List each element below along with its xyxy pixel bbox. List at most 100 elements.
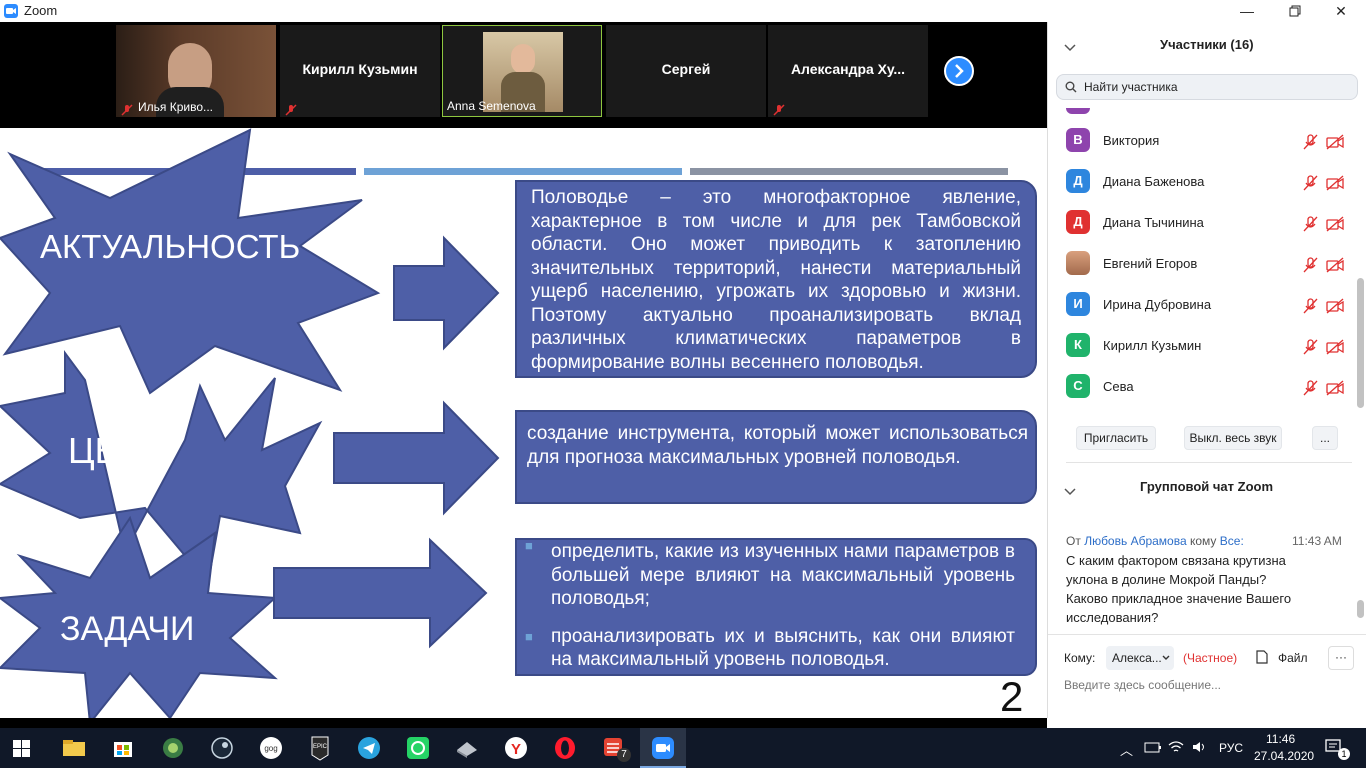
video-tile[interactable]: Сергей: [606, 25, 766, 117]
participant-name: Диана Баженова: [1103, 174, 1205, 189]
file-button[interactable]: Файл: [1278, 651, 1308, 665]
mic-muted-icon: [121, 103, 133, 117]
participant-row[interactable]: И Ирина Дубровина: [1048, 285, 1352, 326]
video-off-icon[interactable]: [1326, 175, 1344, 191]
divider: [1066, 462, 1352, 463]
collapse-chevron-icon[interactable]: [1064, 39, 1076, 57]
next-page-button[interactable]: [944, 56, 974, 86]
file-explorer-icon[interactable]: [60, 734, 88, 762]
video-off-icon[interactable]: [1326, 380, 1344, 396]
participant-row[interactable]: Д Диана Тычинина: [1048, 203, 1352, 244]
participant-row[interactable]: К Кирилл Кузьмин: [1048, 326, 1352, 367]
app-icon[interactable]: [159, 734, 187, 762]
chat-input[interactable]: Введите здесь сообщение...: [1064, 678, 1221, 692]
video-off-icon[interactable]: [1326, 216, 1344, 232]
avatar: С: [1066, 374, 1090, 398]
battery-icon[interactable]: [1144, 741, 1162, 755]
participant-row[interactable]: Евгений Егоров: [1048, 244, 1352, 285]
divider: [1048, 634, 1366, 635]
store-icon[interactable]: [109, 734, 137, 762]
zoom-icon: [652, 737, 674, 759]
chat-recipient: Все:: [1219, 534, 1244, 548]
video-off-icon[interactable]: [1326, 134, 1344, 150]
wifi-icon[interactable]: [1168, 740, 1184, 754]
video-off-icon[interactable]: [1326, 339, 1344, 355]
minimize-button[interactable]: —: [1224, 0, 1270, 22]
volume-icon[interactable]: [1192, 740, 1208, 754]
svg-text:EPIC: EPIC: [313, 744, 328, 750]
search-input[interactable]: Найти участника: [1084, 80, 1178, 94]
to-prefix: кому: [1189, 534, 1217, 548]
chat-time: 11:43 AM: [1292, 534, 1342, 548]
mic-muted-icon[interactable]: [1302, 339, 1318, 355]
yandex-browser-icon[interactable]: Y: [502, 734, 530, 762]
video-tile[interactable]: Кирилл Кузьмин: [280, 25, 440, 117]
gog-icon[interactable]: gog: [257, 734, 285, 762]
more-button[interactable]: ...: [1312, 426, 1338, 450]
chat-message-body: С каким фактором связана крутизна уклона…: [1066, 551, 1346, 627]
mic-muted-icon[interactable]: [1302, 298, 1318, 314]
participants-scrollbar[interactable]: [1357, 108, 1364, 408]
file-icon[interactable]: [1256, 650, 1268, 664]
participant-search[interactable]: Найти участника: [1056, 74, 1358, 100]
whatsapp-icon[interactable]: [404, 734, 432, 762]
language-indicator[interactable]: РУС: [1219, 741, 1243, 755]
mic-muted-icon[interactable]: [1302, 134, 1318, 150]
recipient-select[interactable]: Алекса...: [1106, 646, 1174, 670]
to-label: Кому:: [1064, 651, 1096, 665]
maximize-button[interactable]: [1272, 0, 1318, 22]
video-off-icon[interactable]: [1326, 298, 1344, 314]
bullet-icon: ■: [525, 538, 533, 553]
mic-muted-icon[interactable]: [1302, 380, 1318, 396]
mic-muted-icon: [285, 103, 297, 117]
mic-muted-icon[interactable]: [1302, 257, 1318, 273]
telegram-icon[interactable]: [355, 734, 383, 762]
tile-name: Александра Ху...: [790, 61, 906, 77]
video-tile[interactable]: Александра Ху...: [768, 25, 928, 117]
participant-name: Евгений Егоров: [1103, 256, 1198, 271]
windows-start-icon[interactable]: [13, 740, 30, 762]
from-prefix: От: [1066, 534, 1081, 548]
participant-row[interactable]: Д Диана Баженова: [1048, 162, 1352, 203]
video-tile-active-speaker[interactable]: Anna Semenova: [442, 25, 602, 117]
video-off-icon[interactable]: [1326, 257, 1344, 273]
tile-name: Кирилл Кузьмин: [302, 61, 418, 77]
chevron-right-icon: [955, 64, 964, 78]
app-icon[interactable]: [453, 734, 481, 762]
tray-overflow-icon[interactable]: ︿: [1120, 740, 1133, 759]
epic-games-icon[interactable]: EPIC: [306, 734, 334, 762]
invite-button[interactable]: Пригласить: [1076, 426, 1156, 450]
chat-scrollbar[interactable]: [1357, 512, 1364, 632]
chat-header: Групповой чат Zoom: [1140, 479, 1274, 494]
participant-row[interactable]: В Виктория: [1048, 121, 1352, 162]
svg-text:gog: gog: [264, 744, 277, 753]
steam-icon[interactable]: [208, 734, 236, 762]
todoist-icon[interactable]: 7: [600, 734, 631, 762]
chat-sender[interactable]: Любовь Абрамова: [1084, 534, 1186, 548]
close-button[interactable]: ✕: [1318, 0, 1364, 22]
clock-date[interactable]: 27.04.2020: [1254, 749, 1314, 763]
notification-count: 1: [1338, 748, 1350, 760]
relevance-textbox: Половодье – это многофакторное явление, …: [515, 180, 1037, 378]
clock-time[interactable]: 11:46: [1266, 732, 1295, 746]
opera-icon[interactable]: [551, 734, 579, 762]
participant-row[interactable]: С Сева: [1048, 367, 1352, 408]
mic-muted-icon[interactable]: [1302, 175, 1318, 191]
label-goal: ЦЕЛЬ: [68, 430, 166, 471]
task-text: проанализировать их и выяснить, как они …: [551, 625, 1015, 671]
zoom-taskbar-button[interactable]: [640, 728, 686, 768]
collapse-chevron-icon[interactable]: [1064, 483, 1076, 501]
video-strip: Илья Криво... Кирилл Кузьмин Anna Semeno…: [0, 22, 1047, 128]
mute-all-button[interactable]: Выкл. весь звук: [1184, 426, 1282, 450]
scrollbar-thumb[interactable]: [1357, 600, 1364, 618]
search-icon: [1065, 81, 1077, 93]
mic-muted-icon[interactable]: [1302, 216, 1318, 232]
participant-name: Сева: [1103, 379, 1134, 394]
scrollbar-thumb[interactable]: [1357, 278, 1364, 408]
arrow-right-shape: [333, 400, 500, 516]
chat-more-button[interactable]: ···: [1328, 646, 1354, 670]
bullet-icon: ■: [525, 628, 533, 644]
goal-textbox: создание инструмента, который может испо…: [515, 410, 1037, 504]
video-tile[interactable]: Илья Криво...: [116, 25, 276, 117]
chat-line: уклона в долине Мокрой Панды?: [1066, 572, 1267, 587]
